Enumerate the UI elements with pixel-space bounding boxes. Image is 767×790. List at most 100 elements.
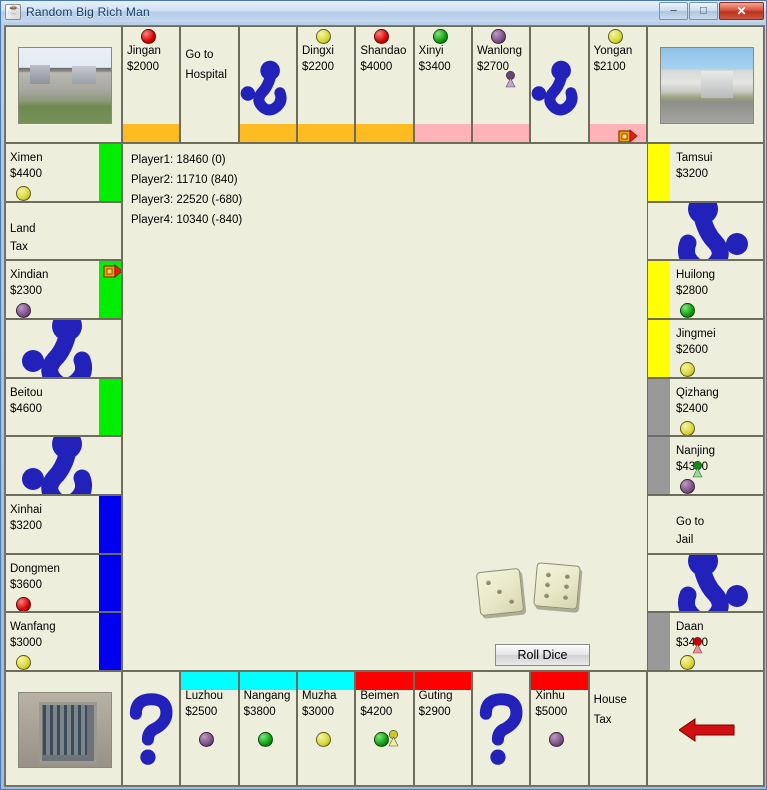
special-space-go-to[interactable]: Go to Hospital [180,26,239,143]
owner-marker-red [16,596,31,612]
close-button[interactable]: ✕ [719,2,764,20]
special-space-land[interactable]: Land Tax [5,201,122,261]
chance-space[interactable] [5,436,122,495]
chance-space[interactable] [5,319,122,378]
die-one [475,567,525,617]
maximize-icon: □ [700,4,707,17]
property-beimen[interactable]: Beimen $4200 [355,671,414,786]
roll-dice-button[interactable]: Roll Dice [495,644,590,666]
property-color-band [123,124,180,142]
property-name: Nangang [243,690,291,702]
property-nangang[interactable]: Nangang $3800 [238,671,297,786]
owner-marker-green [680,303,695,318]
property-name: Wanlong [477,45,522,57]
property-price: $2200 [302,61,334,73]
property-name: Luzhou [185,690,224,702]
property-guting[interactable]: Guting $2900 [413,671,472,786]
property-name: Xinyi [418,45,444,57]
chance-space[interactable] [472,671,531,786]
status-line: Player1: 18460 (0) [131,154,226,166]
property-price: $2800 [676,285,708,298]
property-wanfang[interactable]: Wanfang $3000 [5,612,122,671]
property-name: Shandao [360,45,407,57]
property-name: Daan [676,621,704,634]
parking-lot-photo [18,47,112,124]
owner-marker-yellow [16,186,31,201]
question-mark-icon [123,672,179,785]
jail-photo [18,692,112,768]
property-xinhai[interactable]: Xinhai $3200 [5,495,122,554]
owner-marker-purple [16,303,31,318]
property-tamsui[interactable]: Tamsui $3200 [647,143,764,202]
chance-space[interactable] [647,201,764,261]
board-corner-free-parking[interactable] [5,26,122,143]
property-jingan[interactable]: Jingan $2000 [122,26,181,143]
property-price: $3200 [676,168,708,180]
property-muzha[interactable]: Muzha $3000 [297,671,356,786]
chance-space[interactable] [530,26,589,143]
minimize-button[interactable]: – [659,2,688,20]
property-ximen[interactable]: Ximen $4400 [5,143,122,202]
property-nanjing[interactable]: Nanjing $4300 [647,436,764,495]
property-price: $2500 [185,706,218,718]
property-price: $2900 [418,706,451,718]
die-pip [546,571,552,577]
property-dingxi[interactable]: Dingxi $2200 [297,26,356,143]
die-pip [497,589,503,595]
property-price: $4600 [10,402,42,415]
property-huilong[interactable]: Huilong $2800 [647,260,764,319]
property-xinhu[interactable]: Xinhu $5000 [530,671,589,786]
property-daan[interactable]: Daan $3400 [647,612,764,671]
owner-marker-red [374,29,390,44]
owner-marker-green [432,29,448,44]
player-status-panel: Player1: 18460 (0) Player2: 11710 (840) … [131,150,242,230]
maximize-button[interactable]: □ [689,2,718,20]
die-pip [545,582,551,588]
special-space-house[interactable]: House Tax [588,671,647,786]
property-price: $4000 [360,61,393,73]
game-board: Player1: 18460 (0) Player2: 11710 (840) … [4,25,765,787]
owner-marker-yellow [16,655,31,670]
special-space-go-to[interactable]: Go to Jail [647,495,764,554]
property-price: $2000 [127,61,159,73]
question-mark-icon [473,672,529,785]
property-xinyi[interactable]: Xinyi $3400 [413,26,472,143]
board-corner-go-start[interactable] [647,671,764,786]
board-corner-jail[interactable] [5,671,122,786]
property-price: $4300 [676,461,708,474]
property-name: Xinhai [10,504,42,516]
property-name: Jingan [127,45,161,57]
property-jingmei[interactable]: Jingmei $2600 [647,319,764,378]
property-price: $3000 [10,637,42,650]
property-shandao[interactable]: Shandao $4000 [355,26,414,143]
property-yongan[interactable]: Yongan $2100 [588,26,647,143]
space-label-line2: Hospital [185,69,227,81]
arrow-left-icon [677,717,735,743]
chance-space[interactable] [122,671,181,786]
property-name: Ximen [10,152,43,164]
chance-space[interactable] [647,553,764,613]
property-name: Dingxi [302,45,334,57]
property-qizhang[interactable]: Qizhang $2400 [647,377,764,437]
window-controls: – □ ✕ [659,2,764,20]
hook-icon [6,437,121,494]
window-title: Random Big Rich Man [26,4,150,19]
house-marker-icon [103,263,121,281]
property-price: $2400 [676,402,708,415]
property-beitou[interactable]: Beitou $4600 [5,377,122,437]
owner-marker-red [141,29,156,44]
property-wanlong[interactable]: Wanlong $2700 [472,26,531,143]
property-color-band [181,672,238,690]
property-color-band [531,672,588,690]
owner-marker-purple [680,479,695,494]
property-dongmen[interactable]: Dongmen $3600 [5,553,122,613]
property-name: Qizhang [676,386,719,399]
property-luzhou[interactable]: Luzhou $2500 [180,671,239,786]
property-color-band [414,124,471,142]
space-label-line1: Go to [185,49,214,61]
property-xindian[interactable]: Xindian $2300 [5,260,122,319]
space-label-line2: Tax [10,240,28,253]
hook-icon [648,554,763,612]
board-corner-hospital[interactable] [647,26,764,143]
chance-space[interactable] [238,26,297,143]
